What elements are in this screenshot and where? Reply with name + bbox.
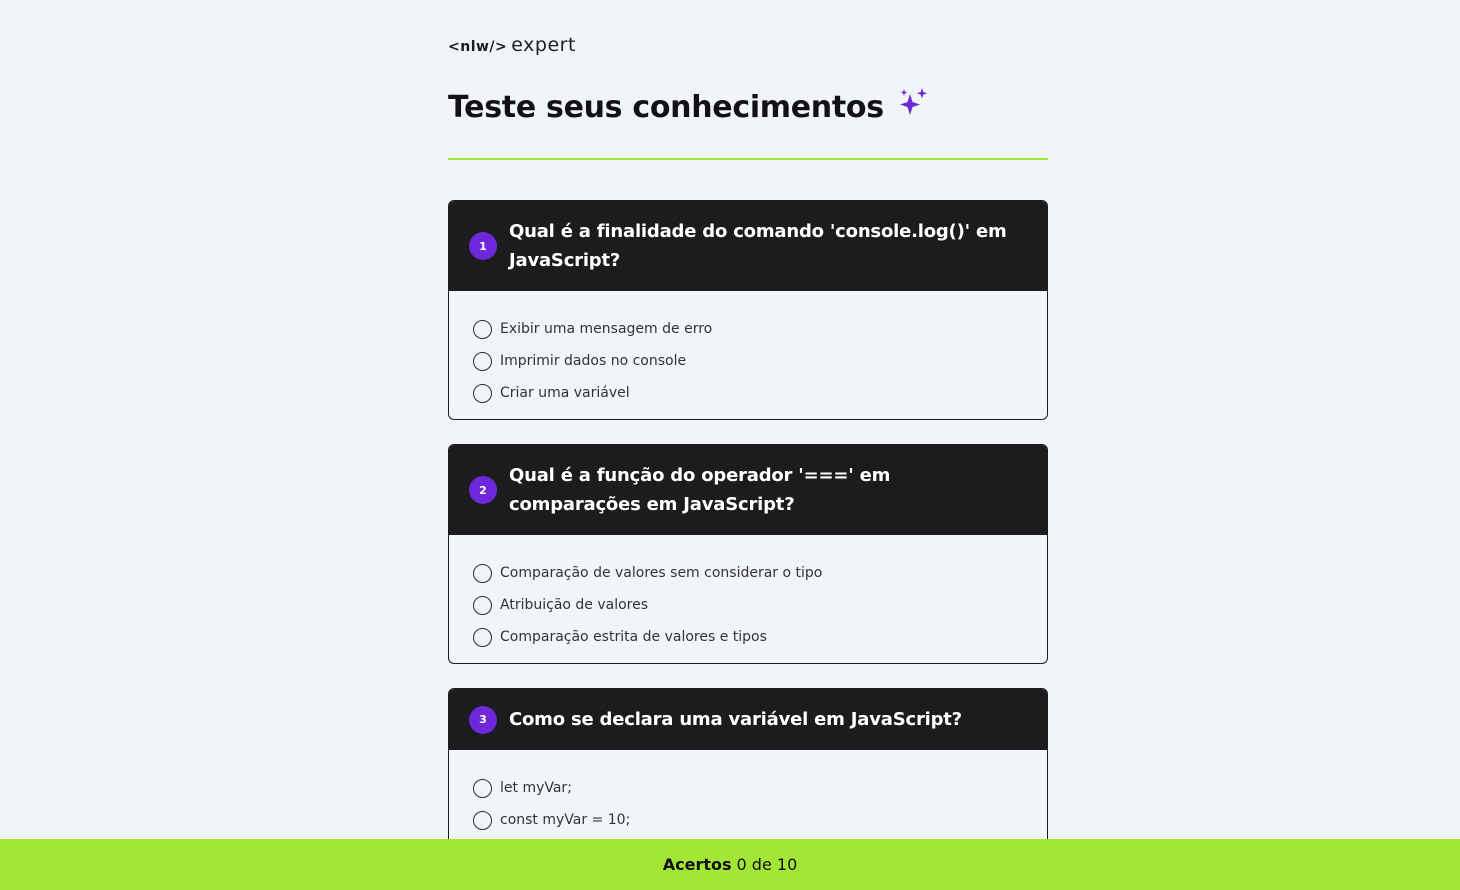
radio-button[interactable]: [473, 595, 492, 615]
question-number-badge: 1: [469, 232, 497, 260]
radio-button[interactable]: [473, 319, 492, 339]
radio-button[interactable]: [473, 810, 492, 830]
question-header: 2 Qual é a função do operador '===' em c…: [449, 445, 1047, 535]
question-text: Como se declara uma variável em JavaScri…: [509, 709, 962, 730]
answer-label: Exibir uma mensagem de erro: [500, 321, 713, 337]
page-title: Teste seus conhecimentos: [448, 90, 884, 125]
score-footer: Acertos 0 de 10: [0, 839, 1460, 890]
answer-option[interactable]: Atribuição de valores: [473, 589, 1023, 621]
question-text: Qual é a função do operador '===' em com…: [509, 465, 891, 515]
divider: [448, 158, 1048, 160]
question-card: 1 Qual é a finalidade do comando 'consol…: [448, 200, 1048, 420]
question-text: Qual é a finalidade do comando 'console.…: [509, 221, 1007, 271]
answer-option[interactable]: Comparação estrita de valores e tipos: [473, 621, 1023, 653]
answer-label: const myVar = 10;: [500, 812, 631, 828]
answer-option[interactable]: const myVar = 10;: [473, 804, 1023, 836]
radio-button[interactable]: [473, 778, 492, 798]
answer-option[interactable]: Comparação de valores sem considerar o t…: [473, 557, 1023, 589]
radio-button[interactable]: [473, 383, 492, 403]
title-row: Teste seus conhecimentos: [448, 87, 930, 125]
options-list: Comparação de valores sem considerar o t…: [449, 535, 1047, 653]
answer-label: Comparação estrita de valores e tipos: [500, 629, 767, 645]
score-label: Acertos: [662, 855, 732, 874]
answer-option[interactable]: Exibir uma mensagem de erro: [473, 313, 1023, 345]
question-header: 3 Como se declara uma variável em JavaSc…: [449, 689, 1047, 750]
answer-label: let myVar;: [500, 780, 572, 796]
logo-word: expert: [511, 34, 576, 56]
question-number-badge: 2: [469, 476, 497, 504]
quiz-page: <nlw/> expert Teste seus conhecimentos 1…: [0, 0, 1460, 890]
options-list: Exibir uma mensagem de erro Imprimir dad…: [449, 291, 1047, 409]
question-number-badge: 3: [469, 705, 497, 734]
radio-button[interactable]: [473, 627, 492, 647]
answer-option[interactable]: let myVar;: [473, 772, 1023, 804]
logo-tag: <nlw/>: [448, 39, 508, 55]
radio-button[interactable]: [473, 351, 492, 371]
answer-label: Criar uma variável: [500, 385, 630, 401]
question-card: 2 Qual é a função do operador '===' em c…: [448, 444, 1048, 664]
answer-option[interactable]: Criar uma variável: [473, 377, 1023, 409]
answer-option[interactable]: Imprimir dados no console: [473, 345, 1023, 377]
sparkle-icon: [899, 87, 927, 115]
question-header: 1 Qual é a finalidade do comando 'consol…: [449, 201, 1047, 291]
answer-label: Imprimir dados no console: [500, 353, 687, 369]
logo: <nlw/> expert: [448, 34, 576, 56]
radio-button[interactable]: [473, 563, 492, 583]
answer-label: Comparação de valores sem considerar o t…: [500, 565, 823, 581]
answer-label: Atribuição de valores: [500, 597, 649, 613]
score-value: 0 de 10: [736, 855, 798, 874]
